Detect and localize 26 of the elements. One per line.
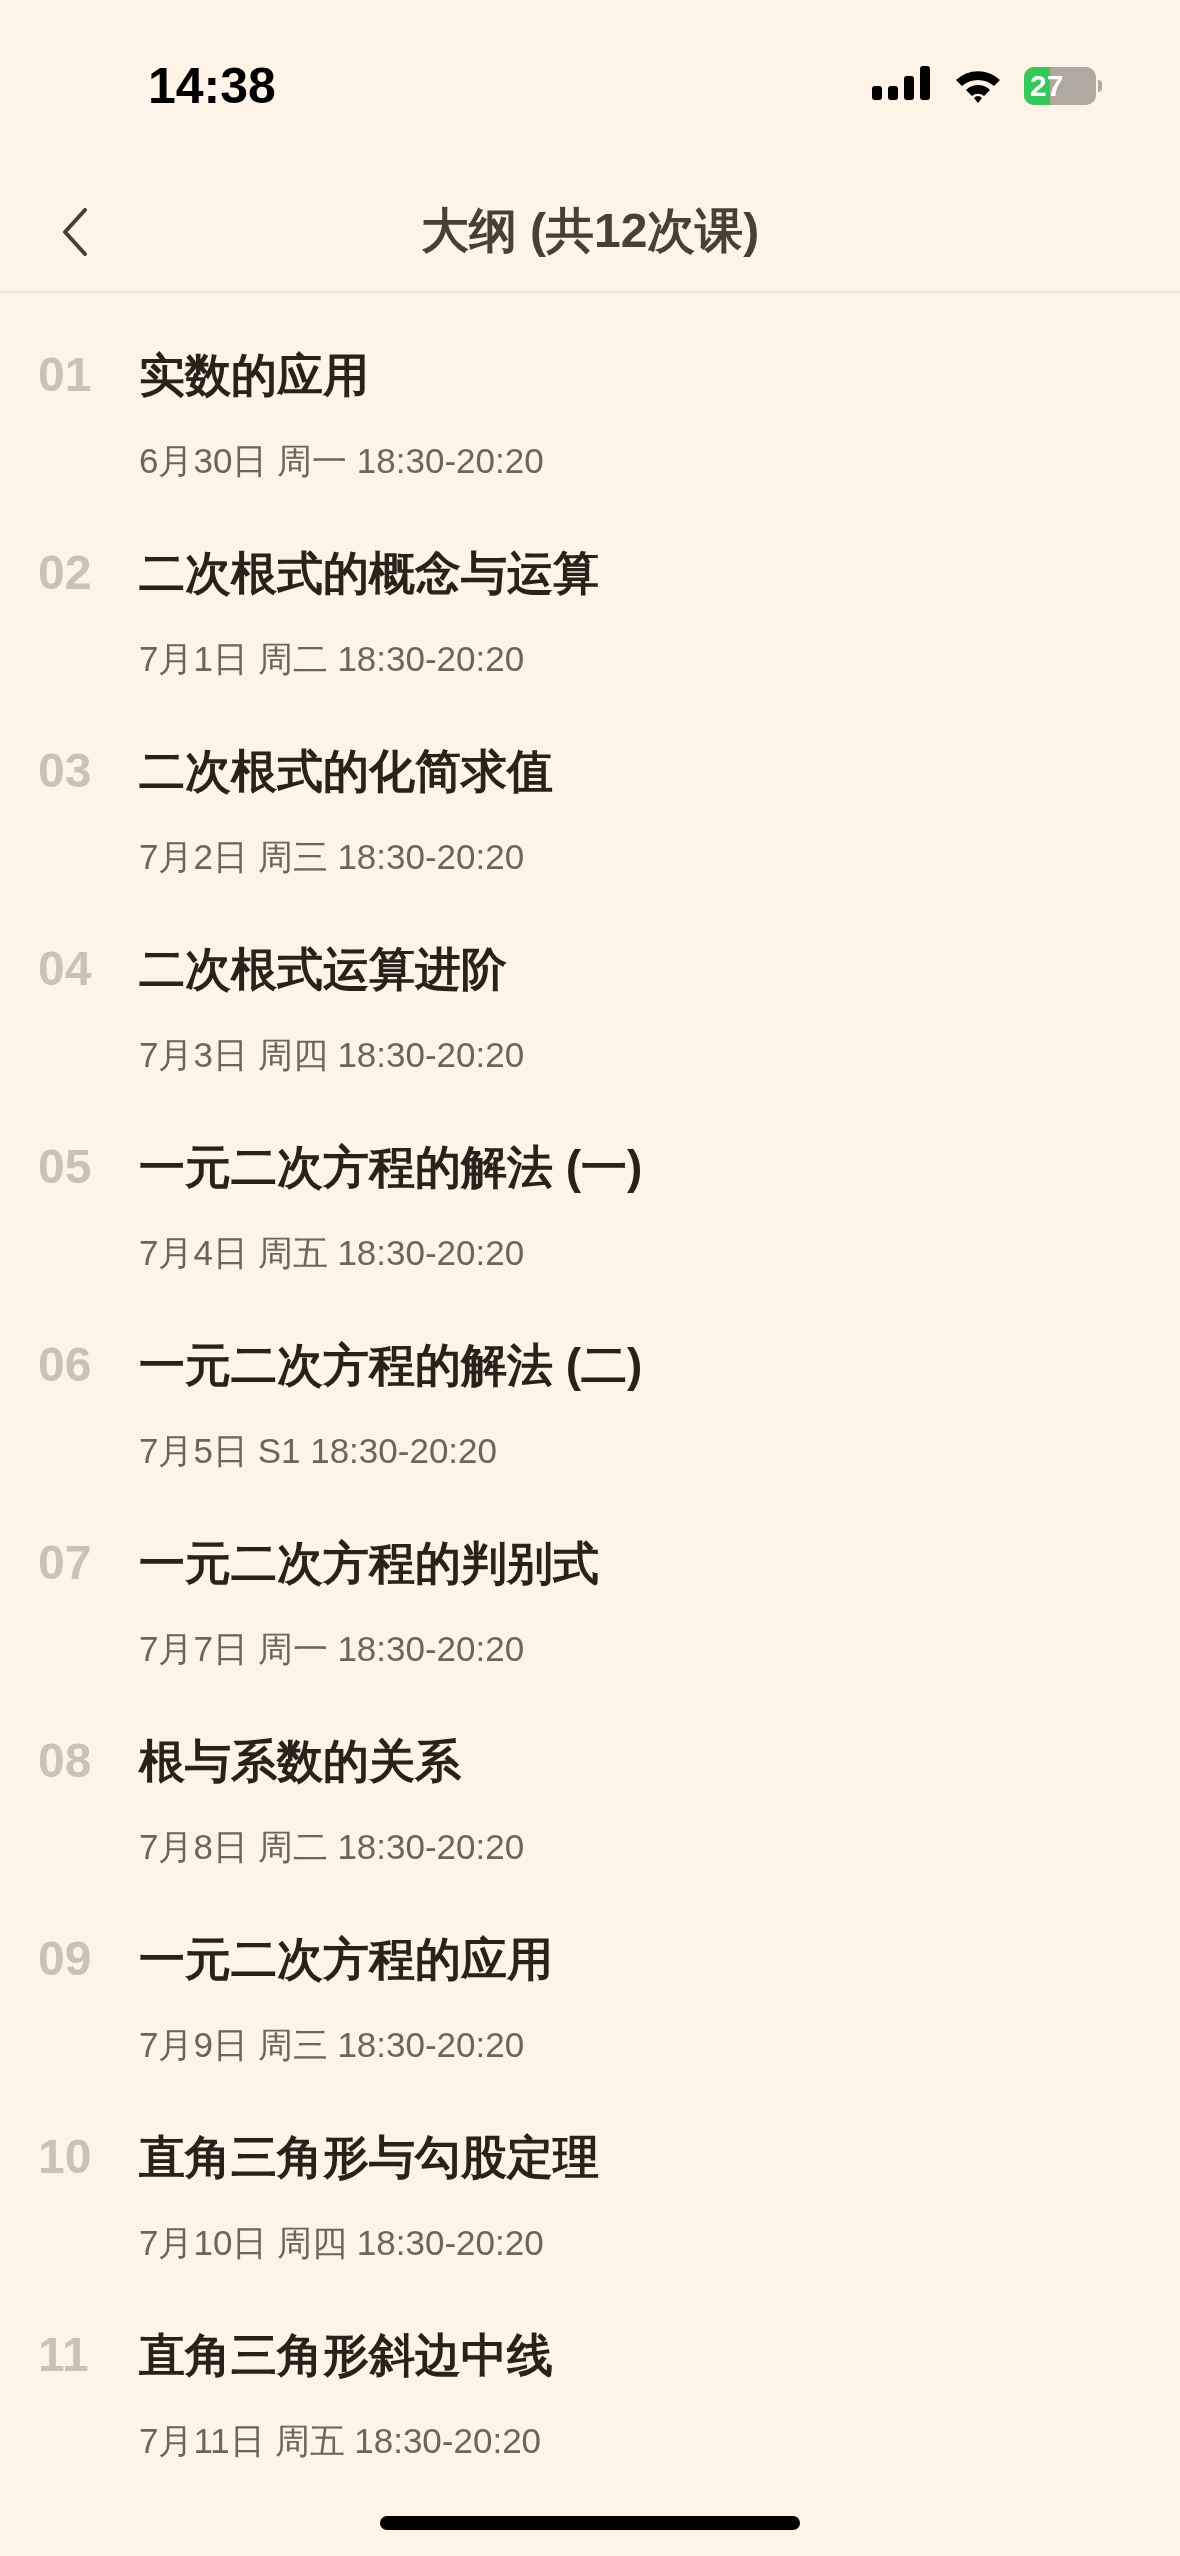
lesson-schedule: 7月5日 S1 18:30-20:20 [139,1430,498,1472]
lesson-schedule: 7月2日 周三 18:30-20:20 [139,836,526,878]
status-time: 14:38 [148,58,276,114]
lesson-title[interactable]: 根与系数的关系 [139,1733,525,1789]
lesson-title[interactable]: 实数的应用 [139,347,544,403]
lesson-title[interactable]: 直角三角形斜边中线 [139,2327,553,2383]
lesson-schedule: 7月11日 周五 18:30-20:20 [139,2420,543,2462]
lesson-title[interactable]: 二次根式运算进阶 [139,941,525,997]
lesson-schedule: 7月9日 周三 18:30-20:20 [139,2024,526,2066]
page-title: 大纲 (共12次课) [420,202,760,259]
lesson-title[interactable]: 一元二次方程的解法 (一) [139,1139,643,1195]
lesson-schedule: 7月10日 周四 18:30-20:20 [139,2222,545,2264]
lesson-title[interactable]: 二次根式的化简求值 [139,743,553,799]
lesson-schedule: 7月4日 周五 18:30-20:20 [139,1232,526,1274]
back-icon [62,208,88,256]
lesson-schedule: 7月8日 周二 18:30-20:20 [139,1826,525,1868]
lesson-schedule: 6月30日 周一 18:30-20:20 [139,440,544,482]
lesson-schedule: 7月7日 周一 18:30-20:20 [139,1628,526,1670]
lesson-title[interactable]: 一元二次方程的判别式 [139,1535,599,1591]
lesson-title[interactable]: 直角三角形与勾股定理 [139,2129,599,2185]
lesson-title[interactable]: 一元二次方程的解法 (二) [139,1337,643,1393]
lesson-schedule: 7月3日 周四 18:30-20:20 [139,1034,525,1076]
lesson-schedule: 7月1日 周二 18:30-20:20 [139,638,526,680]
wifi-icon [954,68,1002,104]
lesson-title[interactable]: 二次根式的概念与运算 [139,545,599,601]
lesson-title[interactable]: 一元二次方程的应用 [139,1931,553,1987]
